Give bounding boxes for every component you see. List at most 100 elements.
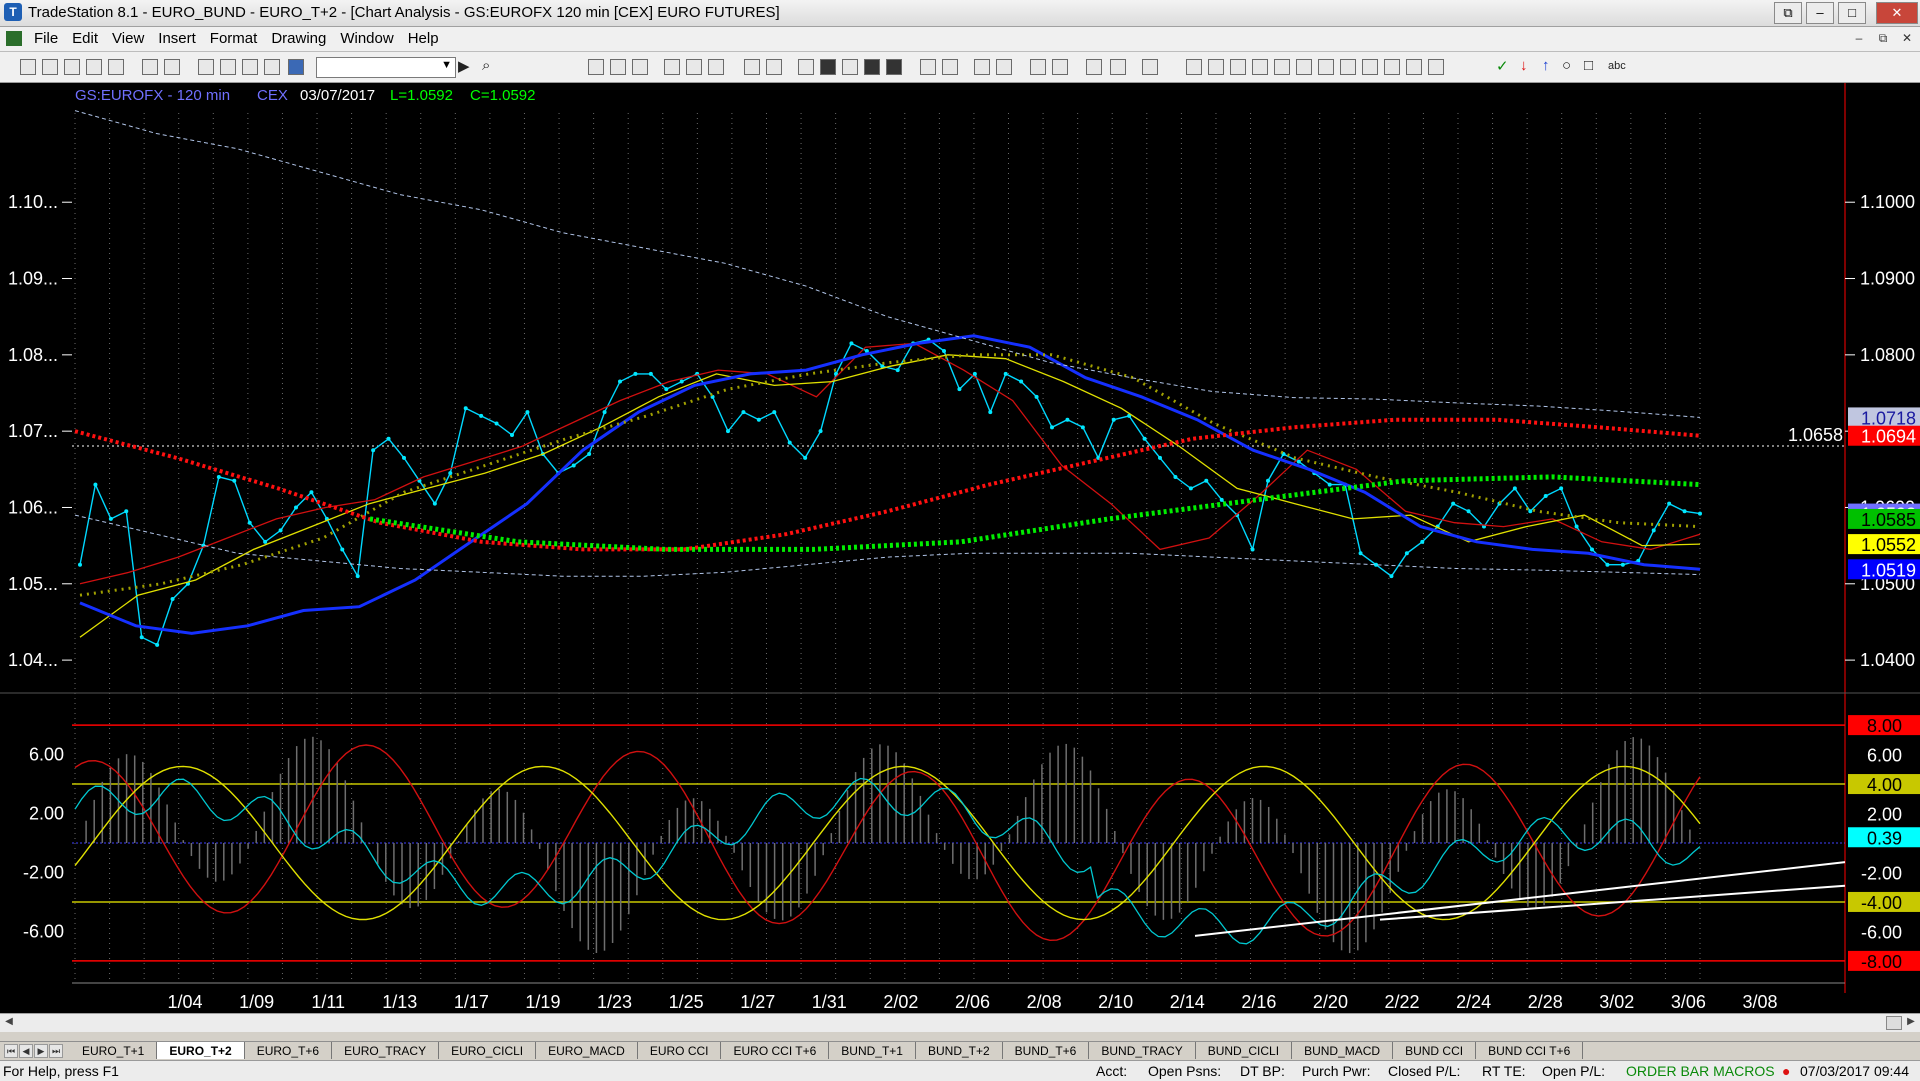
last-tab-icon[interactable]: ⏭ bbox=[49, 1044, 63, 1058]
pointer-icon[interactable] bbox=[1030, 59, 1046, 75]
up-arrow-icon[interactable]: ↑ bbox=[1542, 57, 1550, 74]
andrews-pitchfork-icon[interactable] bbox=[1208, 59, 1224, 75]
close-window-button[interactable]: ✕ bbox=[1876, 2, 1918, 24]
tab-euro-t-6[interactable]: EURO_T+6 bbox=[245, 1042, 333, 1059]
doc-restore-icon[interactable]: ⧉ bbox=[1874, 30, 1892, 47]
menu-view[interactable]: View bbox=[112, 30, 144, 47]
indicator-icon[interactable] bbox=[664, 59, 680, 75]
zoom-in-icon[interactable] bbox=[974, 59, 990, 75]
tab-euro-cci[interactable]: EURO CCI bbox=[638, 1042, 722, 1059]
maximize-small-button[interactable]: □ bbox=[1838, 2, 1866, 24]
trendline-icon[interactable] bbox=[1186, 59, 1202, 75]
tab-euro-cci-t-6[interactable]: EURO CCI T+6 bbox=[721, 1042, 830, 1059]
data-window-icon[interactable] bbox=[798, 59, 814, 75]
menu-help[interactable]: Help bbox=[408, 30, 439, 47]
fibonacci-icon[interactable] bbox=[1252, 59, 1268, 75]
check-mark-icon[interactable]: ✓ bbox=[1496, 57, 1509, 75]
arc-icon[interactable] bbox=[1406, 59, 1422, 75]
showme-icon[interactable] bbox=[766, 59, 782, 75]
menu-file[interactable]: File bbox=[34, 30, 58, 47]
horizontal-scrollbar[interactable]: ◀ ▶ bbox=[0, 1013, 1920, 1032]
zoom-out-icon[interactable] bbox=[996, 59, 1012, 75]
play-arrow-icon[interactable]: ▶ bbox=[458, 57, 470, 75]
crosshair-icon[interactable] bbox=[1052, 59, 1068, 75]
menu-insert[interactable]: Insert bbox=[158, 30, 196, 47]
scale-icon[interactable] bbox=[842, 59, 858, 75]
order-bar-macros[interactable]: ORDER BAR MACROS bbox=[1626, 1063, 1775, 1079]
scroll-right-icon[interactable] bbox=[942, 59, 958, 75]
menu-drawing[interactable]: Drawing bbox=[271, 30, 326, 47]
scroll-thumb[interactable] bbox=[1886, 1016, 1902, 1030]
save-icon[interactable] bbox=[108, 59, 124, 75]
minimize-small-button[interactable]: – bbox=[1806, 2, 1834, 24]
bar-chart-style-icon[interactable] bbox=[588, 59, 604, 75]
tab-euro-t-2[interactable]: EURO_T+2 bbox=[157, 1042, 245, 1059]
candlestick-style-icon[interactable] bbox=[610, 59, 626, 75]
price-point bbox=[355, 574, 360, 579]
tab-bund-cci[interactable]: BUND CCI bbox=[1393, 1042, 1477, 1059]
tab-euro-t-1[interactable]: EURO_T+1 bbox=[70, 1042, 158, 1059]
grid-icon[interactable] bbox=[864, 59, 880, 75]
doc-minimize-icon[interactable]: – bbox=[1850, 30, 1868, 47]
bar-spacing-icon[interactable] bbox=[820, 59, 836, 75]
copy-icon[interactable] bbox=[220, 59, 236, 75]
first-tab-icon[interactable]: ⏮ bbox=[4, 1044, 18, 1058]
disabled-tool-icon[interactable] bbox=[1142, 59, 1158, 75]
cut-icon[interactable] bbox=[198, 59, 214, 75]
session-icon[interactable] bbox=[886, 59, 902, 75]
speed-lines-icon[interactable] bbox=[1274, 59, 1290, 75]
tab-bund-cicli[interactable]: BUND_CICLI bbox=[1196, 1042, 1293, 1059]
search-symbol-icon[interactable]: ⌕ bbox=[482, 57, 490, 74]
tab-bund-t-2[interactable]: BUND_T+2 bbox=[916, 1042, 1003, 1059]
paintbar-icon[interactable] bbox=[708, 59, 724, 75]
tab-bund-cci-t-6[interactable]: BUND CCI T+6 bbox=[1476, 1042, 1584, 1059]
restore-small-button[interactable]: ⧉ bbox=[1774, 2, 1802, 24]
rectangle-icon[interactable]: □ bbox=[1584, 57, 1593, 74]
color-palette-icon[interactable] bbox=[288, 59, 304, 75]
tab-bund-t-1[interactable]: BUND_T+1 bbox=[829, 1042, 916, 1059]
pencil-icon[interactable] bbox=[1428, 59, 1444, 75]
gann-fan-icon[interactable] bbox=[1318, 59, 1334, 75]
tab-euro-cicli[interactable]: EURO_CICLI bbox=[439, 1042, 537, 1059]
open-workspace-icon[interactable] bbox=[64, 59, 80, 75]
strategy-icon[interactable] bbox=[686, 59, 702, 75]
next-tab-icon[interactable]: ▶ bbox=[34, 1044, 48, 1058]
line-chart-style-icon[interactable] bbox=[632, 59, 648, 75]
price-point bbox=[1034, 394, 1039, 399]
menu-format[interactable]: Format bbox=[210, 30, 258, 47]
paste-icon[interactable] bbox=[264, 59, 280, 75]
prev-tab-icon[interactable]: ◀ bbox=[19, 1044, 33, 1058]
doc-close-icon[interactable]: ✕ bbox=[1898, 30, 1916, 47]
menu-window[interactable]: Window bbox=[340, 30, 393, 47]
open-folder-icon[interactable] bbox=[42, 59, 58, 75]
menu-edit[interactable]: Edit bbox=[72, 30, 98, 47]
print-icon[interactable] bbox=[164, 59, 180, 75]
tab-bund-tracy[interactable]: BUND_TRACY bbox=[1089, 1042, 1196, 1059]
time-zones-icon[interactable] bbox=[1340, 59, 1356, 75]
fib-extension-icon[interactable] bbox=[1384, 59, 1400, 75]
scroll-left-icon[interactable] bbox=[920, 59, 936, 75]
chart-analysis-window[interactable]: 1.0658 GS:EUROFX - 120 min CEX 03/07/201… bbox=[0, 83, 1920, 1013]
down-arrow-icon[interactable]: ↓ bbox=[1520, 57, 1528, 74]
channel-icon[interactable] bbox=[1362, 59, 1378, 75]
text-tool-icon[interactable]: abc bbox=[1608, 60, 1626, 72]
tab-bund-t-6[interactable]: BUND_T+6 bbox=[1003, 1042, 1090, 1059]
tab-bund-macd[interactable]: BUND_MACD bbox=[1292, 1042, 1394, 1059]
ellipse-icon[interactable]: ○ bbox=[1562, 57, 1571, 74]
gavel-tool-icon[interactable] bbox=[1086, 59, 1102, 75]
format-symbol-icon[interactable] bbox=[744, 59, 760, 75]
tab-euro-tracy[interactable]: EURO_TRACY bbox=[332, 1042, 440, 1059]
oscillator-left-tick: -6.00 bbox=[23, 921, 64, 941]
toggle-icon[interactable] bbox=[1110, 59, 1126, 75]
horizontal-line-icon[interactable] bbox=[1230, 59, 1246, 75]
scroll-left-arrow-icon[interactable]: ◀ bbox=[2, 1015, 16, 1029]
symbol-combo-box[interactable]: ▼ bbox=[316, 57, 456, 78]
new-file-icon[interactable] bbox=[20, 59, 36, 75]
lock-icon[interactable] bbox=[242, 59, 258, 75]
scroll-right-arrow-icon[interactable]: ▶ bbox=[1904, 1015, 1918, 1029]
tab-euro-macd[interactable]: EURO_MACD bbox=[536, 1042, 638, 1059]
price-chart[interactable]: 1.0658 GS:EUROFX - 120 min CEX 03/07/201… bbox=[0, 83, 1920, 1013]
print-preview-icon[interactable] bbox=[142, 59, 158, 75]
save-workspace-icon[interactable] bbox=[86, 59, 102, 75]
regression-channel-icon[interactable] bbox=[1296, 59, 1312, 75]
